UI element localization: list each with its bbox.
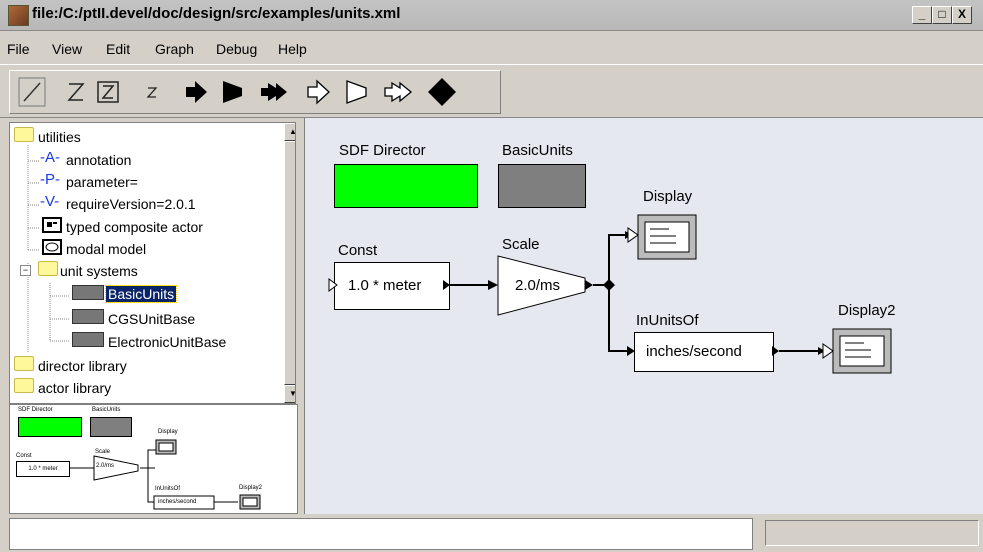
scale-actor[interactable] <box>498 256 585 315</box>
unit-box-icon <box>72 309 104 324</box>
menu-graph[interactable]: Graph <box>155 41 194 57</box>
tree-item-annotation[interactable]: -A- annotation <box>40 149 131 171</box>
folder-icon <box>14 356 34 371</box>
folder-icon <box>14 378 34 393</box>
display-actor[interactable] <box>638 215 696 259</box>
menu-debug[interactable]: Debug <box>216 41 257 57</box>
close-button[interactable]: X <box>952 6 972 24</box>
composite-icon <box>42 217 62 233</box>
minimize-button[interactable]: _ <box>912 6 932 24</box>
maximize-button[interactable]: □ <box>932 6 952 24</box>
app-icon[interactable] <box>8 5 29 26</box>
title-bar: file:/C:/ptII.devel/doc/design/src/examp… <box>0 0 983 31</box>
toolbar-group <box>9 70 501 114</box>
connections-diagram <box>328 214 892 374</box>
tree-item-unit-systems[interactable]: − unit systems <box>20 261 138 283</box>
menu-help[interactable]: Help <box>278 41 307 57</box>
graph-canvas[interactable]: SDF Director BasicUnits Const 1.0 * mete… <box>304 118 983 514</box>
tree-label: actor library <box>38 380 112 396</box>
step-outline-icon[interactable] <box>382 75 414 109</box>
tree-label: annotation <box>66 152 132 168</box>
zoom-out-icon[interactable] <box>136 75 168 109</box>
tree-label: director library <box>38 358 127 374</box>
scroll-up-icon[interactable]: ▲ <box>284 123 295 141</box>
library-tree[interactable]: utilities -A- annotation -P- parameter= … <box>9 122 296 404</box>
step-icon[interactable] <box>258 75 290 109</box>
modal-icon <box>42 239 62 255</box>
folder-open-icon <box>37 261 58 276</box>
status-bar <box>9 518 753 550</box>
stop-icon[interactable] <box>426 75 458 109</box>
tree-label: parameter= <box>66 174 138 190</box>
unit-box-icon <box>72 332 104 347</box>
zoom-fit-icon[interactable] <box>92 75 124 109</box>
menu-file[interactable]: File <box>7 41 30 57</box>
progress-bar <box>765 520 979 546</box>
tree-label: modal model <box>66 241 147 257</box>
tree-label: utilities <box>38 129 81 145</box>
play-icon[interactable] <box>180 75 212 109</box>
collapse-icon[interactable]: − <box>20 265 31 276</box>
display2-actor[interactable] <box>833 329 891 373</box>
overview-display2-label: Display2 <box>239 485 263 491</box>
tree-item-parameter[interactable]: -P- parameter= <box>40 171 138 193</box>
unit-box-icon <box>72 285 104 300</box>
tree-item-basicunits[interactable]: BasicUnits <box>72 285 178 307</box>
tree-label: typed composite actor <box>66 219 203 235</box>
menu-bar: File View Edit Graph Debug Help <box>0 31 983 63</box>
parameter-icon: -P- <box>40 171 60 188</box>
tree-label: CGSUnitBase <box>108 311 196 327</box>
attribute-icon: -A- <box>40 149 60 166</box>
overview-inunits-value: inches/second <box>158 499 197 505</box>
tree-item-director-library[interactable]: director library <box>14 356 127 378</box>
menu-view[interactable]: View <box>52 41 82 57</box>
tree-label: ElectronicUnitBase <box>108 334 227 350</box>
tree-item-utilities[interactable]: utilities <box>14 127 81 149</box>
toolbar <box>0 64 983 118</box>
overview-pane[interactable]: SDF Director BasicUnits Display Const Sc… <box>9 404 298 514</box>
tree-item-requireversion[interactable]: -V- requireVersion=2.0.1 <box>40 193 196 215</box>
tree-label: unit systems <box>60 263 138 279</box>
menu-edit[interactable]: Edit <box>106 41 130 57</box>
overview-inunits-label: InUnitsOf <box>155 486 181 492</box>
scroll-down-icon[interactable]: ▼ <box>284 385 295 403</box>
tree-label: requireVersion=2.0.1 <box>66 196 196 212</box>
overview-scale-value: 2.0/ms <box>96 463 115 469</box>
overview-diagram <box>70 439 261 510</box>
window-title: file:/C:/ptII.devel/doc/design/src/examp… <box>32 5 401 22</box>
tree-item-electronicunitbase[interactable]: ElectronicUnitBase <box>72 332 226 354</box>
tree-item-actor-library[interactable]: actor library <box>14 378 111 400</box>
pause-outline-icon[interactable] <box>340 75 372 109</box>
version-icon: -V- <box>40 193 60 210</box>
tree-label: BasicUnits <box>104 285 178 303</box>
zoom-reset-icon[interactable] <box>16 75 48 109</box>
tree-scrollbar[interactable]: ▲ ▼ <box>284 123 295 403</box>
tree-item-modal-model[interactable]: modal model <box>42 239 146 261</box>
scroll-thumb[interactable] <box>284 141 295 385</box>
play-outline-icon[interactable] <box>302 75 334 109</box>
folder-open-icon <box>14 127 34 142</box>
tree-item-cgsunitbase[interactable]: CGSUnitBase <box>72 309 195 331</box>
pause-icon[interactable] <box>216 75 248 109</box>
tree-item-typed-composite[interactable]: typed composite actor <box>42 217 203 239</box>
zoom-in-icon[interactable] <box>60 75 92 109</box>
